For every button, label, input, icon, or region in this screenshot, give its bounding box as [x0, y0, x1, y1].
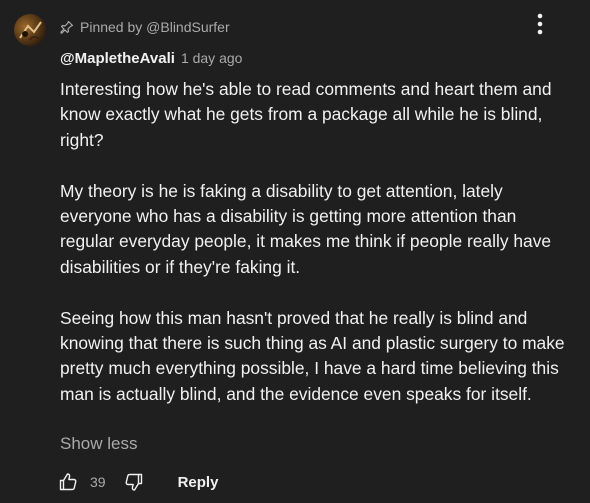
comment-paragraph: Seeing how this man hasn't proved that h… — [60, 307, 565, 404]
pin-icon — [60, 20, 74, 34]
comment-body: Interesting how he's able to read commen… — [60, 77, 570, 407]
pinned-badge: Pinned by @BlindSurfer — [60, 16, 230, 38]
comment-actions: 39 Reply — [58, 470, 218, 494]
comment-header: @MapletheAvali 1 day ago — [60, 50, 242, 72]
more-actions-button[interactable] — [528, 12, 552, 40]
like-button[interactable] — [58, 472, 78, 492]
like-count: 39 — [90, 474, 106, 490]
more-vertical-icon — [537, 13, 543, 40]
comment-paragraph: Interesting how he's able to read commen… — [60, 79, 552, 150]
avatar[interactable] — [14, 14, 46, 46]
show-less-button[interactable]: Show less — [60, 434, 137, 454]
comment-author[interactable]: @MapletheAvali — [60, 50, 175, 67]
reply-button[interactable]: Reply — [178, 474, 219, 491]
thumbs-up-icon — [58, 472, 78, 492]
comment-paragraph: My theory is he is faking a disability t… — [60, 180, 552, 277]
pinned-label: Pinned by @BlindSurfer — [80, 19, 230, 35]
thumbs-down-icon — [124, 472, 144, 492]
comment-timestamp[interactable]: 1 day ago — [181, 50, 243, 66]
dislike-button[interactable] — [124, 472, 144, 492]
